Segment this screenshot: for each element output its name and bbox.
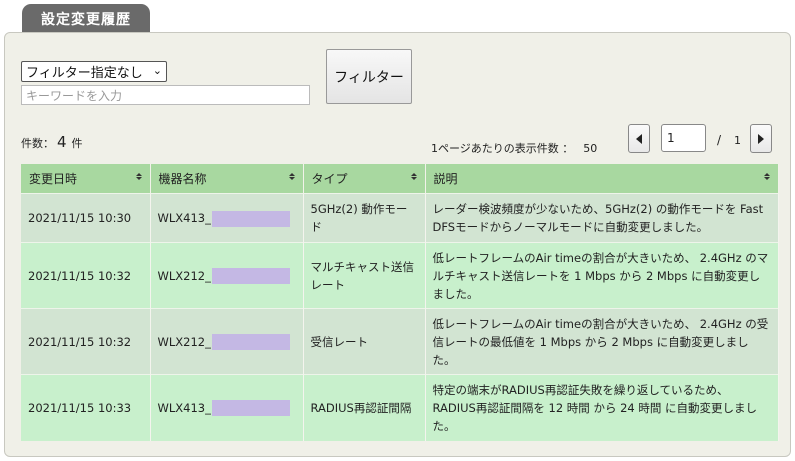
next-page-button[interactable] [750, 124, 772, 153]
keyword-input[interactable]: キーワードを入力 [21, 85, 310, 105]
device-name: WLX212_ [157, 334, 211, 349]
column-header-label: 機器名称 [158, 172, 207, 186]
cell-datetime: 2021/11/15 10:32 [21, 308, 151, 375]
cell-type: 5GHz(2) 動作モード [303, 193, 426, 243]
cell-description: 特定の端末がRADIUS再認証失敗を繰り返しているため、RADIUS再認証間隔を… [425, 374, 779, 441]
redacted-block [211, 400, 290, 417]
cell-datetime: 2021/11/15 10:30 [21, 193, 151, 243]
column-header-label: タイプ [311, 172, 348, 186]
filter-select-value: フィルター指定なし [26, 66, 143, 81]
cell-description: レーダー検波頻度が少ないため、5GHz(2) の動作モードを Fast DFSモ… [425, 193, 779, 243]
column-header-type[interactable]: タイプ [303, 164, 426, 194]
page-number-input[interactable]: 1 [661, 124, 706, 152]
change-history-table: 変更日時 機器名称 タイプ 説明 2021/11/15 10:30 WLX413… [21, 164, 779, 441]
filter-button[interactable]: フィルター [326, 49, 412, 104]
triangle-left-icon [636, 133, 642, 144]
sort-icon [135, 173, 142, 180]
prev-page-button[interactable] [628, 124, 650, 153]
device-name: WLX212_ [157, 268, 211, 283]
device-name: WLX413_ [157, 400, 211, 415]
cell-device: WLX212_ [150, 308, 304, 375]
column-header-label: 変更日時 [29, 172, 78, 186]
count-label: 件数： [21, 137, 54, 150]
sort-icon [288, 173, 295, 180]
count-unit: 件 [71, 137, 83, 150]
table-row: 2021/11/15 10:32 WLX212_ 受信レート 低レートフレームの… [21, 308, 779, 375]
cell-description: 低レートフレームのAir timeの割合が大きいため、 2.4GHz の受信レー… [425, 308, 779, 375]
cell-device: WLX413_ [150, 193, 304, 243]
cell-type: 受信レート [303, 308, 426, 375]
count-value: 4 [57, 133, 67, 151]
settings-history-panel: フィルター指定なし ⌄ キーワードを入力 フィルター 件数： 4 件 1ページあ… [4, 32, 791, 457]
panel-title-tab: 設定変更履歴 [22, 4, 150, 34]
table-row: 2021/11/15 10:33 WLX413_ RADIUS再認証間隔 特定の… [21, 374, 779, 441]
cell-type: RADIUS再認証間隔 [303, 374, 426, 441]
per-page-value: 50 [583, 142, 598, 155]
device-name: WLX413_ [157, 211, 211, 225]
cell-datetime: 2021/11/15 10:32 [21, 242, 151, 309]
filter-button-label: フィルター [334, 69, 404, 86]
cell-device: WLX413_ [150, 374, 304, 441]
column-header-label: 説明 [433, 172, 458, 186]
per-page-info: 1ページあたりの表示件数 ： 50 [431, 140, 597, 156]
redacted-block [211, 334, 290, 350]
record-count: 件数： 4 件 [21, 133, 83, 151]
sort-icon [763, 173, 770, 180]
filter-select[interactable]: フィルター指定なし ⌄ [21, 61, 167, 82]
total-pages: 1 [734, 134, 741, 147]
table-row: 2021/11/15 10:32 WLX212_ マルチキャスト送信レート 低レ… [21, 242, 779, 309]
cell-description: 低レートフレームのAir timeの割合が大きいため、 2.4GHz のマルチキ… [425, 242, 779, 309]
current-page: 1 [667, 131, 675, 145]
column-header-description[interactable]: 説明 [425, 164, 779, 194]
page-separator: / [717, 133, 722, 147]
table-header-row: 変更日時 機器名称 タイプ 説明 [21, 164, 779, 194]
cell-datetime: 2021/11/15 10:33 [21, 374, 151, 441]
column-header-device[interactable]: 機器名称 [150, 164, 304, 194]
chevron-down-icon: ⌄ [152, 64, 162, 77]
table-row: 2021/11/15 10:30 WLX413_ 5GHz(2) 動作モード レ… [21, 193, 779, 243]
cell-type: マルチキャスト送信レート [303, 242, 426, 309]
per-page-label: 1ページあたりの表示件数 ： [431, 142, 574, 155]
keyword-placeholder: キーワードを入力 [26, 88, 123, 103]
cell-device: WLX212_ [150, 242, 304, 309]
column-header-datetime[interactable]: 変更日時 [21, 164, 151, 194]
panel-title: 設定変更履歴 [41, 12, 131, 28]
redacted-block [211, 210, 290, 227]
sort-icon [410, 173, 417, 180]
triangle-right-icon [758, 133, 764, 144]
redacted-block [211, 268, 290, 284]
